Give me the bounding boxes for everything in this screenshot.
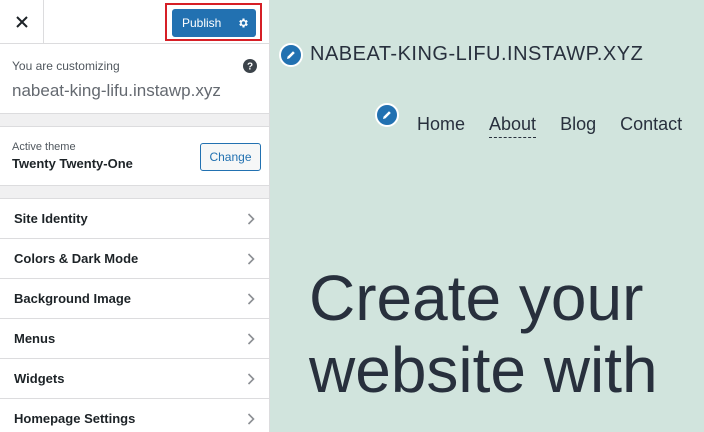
customizer-sections: Site Identity Colors & Dark Mode Backgro… xyxy=(0,198,269,432)
change-theme-button[interactable]: Change xyxy=(200,143,261,171)
publish-button-group: Publish xyxy=(172,9,256,37)
section-label: Widgets xyxy=(14,371,65,386)
customizing-info: You are customizing nabeat-king-lifu.ins… xyxy=(0,44,269,114)
section-background-image[interactable]: Background Image xyxy=(0,279,269,319)
publish-settings-button[interactable] xyxy=(230,9,256,37)
nav-item-contact[interactable]: Contact xyxy=(620,114,682,138)
svg-text:?: ? xyxy=(247,62,253,73)
chevron-right-icon xyxy=(247,373,255,385)
hero-line-1: Create your xyxy=(309,262,644,334)
section-colors-dark-mode[interactable]: Colors & Dark Mode xyxy=(0,239,269,279)
site-title[interactable]: NABEAT-KING-LIFU.INSTAWP.XYZ xyxy=(310,43,643,66)
customizer-header: Publish xyxy=(0,0,269,44)
chevron-right-icon xyxy=(247,413,255,425)
edit-menu-button[interactable] xyxy=(375,103,399,127)
chevron-right-icon xyxy=(247,333,255,345)
edit-site-title-button[interactable] xyxy=(279,43,303,67)
section-label: Homepage Settings xyxy=(14,411,136,426)
section-site-identity[interactable]: Site Identity xyxy=(0,199,269,239)
section-menus[interactable]: Menus xyxy=(0,319,269,359)
site-preview: NABEAT-KING-LIFU.INSTAWP.XYZ Home About … xyxy=(270,0,704,432)
chevron-right-icon xyxy=(247,213,255,225)
pencil-icon xyxy=(287,51,295,59)
close-button[interactable] xyxy=(0,0,44,44)
section-label: Menus xyxy=(14,331,56,346)
hero-heading: Create your website with xyxy=(309,262,658,406)
customizing-site-name: nabeat-king-lifu.instawp.xyz xyxy=(12,81,221,100)
publish-button[interactable]: Publish xyxy=(172,9,230,37)
section-label: Site Identity xyxy=(14,211,88,226)
close-icon xyxy=(15,16,28,28)
gear-icon xyxy=(239,18,248,28)
section-homepage-settings[interactable]: Homepage Settings xyxy=(0,399,269,432)
chevron-right-icon xyxy=(247,253,255,265)
nav-item-about[interactable]: About xyxy=(489,114,537,138)
primary-nav: Home About Blog Contact xyxy=(417,114,682,138)
nav-item-home[interactable]: Home xyxy=(417,114,465,138)
question-circle-icon[interactable]: ? xyxy=(243,59,257,73)
chevron-right-icon xyxy=(247,293,255,305)
section-label: Background Image xyxy=(14,291,132,306)
active-theme-panel: Active theme Twenty Twenty-One Change xyxy=(0,126,269,186)
customizing-label: You are customizing xyxy=(12,59,120,73)
customizer-sidebar: Publish You are customizing nabeat-king-… xyxy=(0,0,270,432)
section-label: Colors & Dark Mode xyxy=(14,251,139,266)
section-widgets[interactable]: Widgets xyxy=(0,359,269,399)
nav-item-blog[interactable]: Blog xyxy=(560,114,596,138)
pencil-icon xyxy=(383,111,391,119)
hero-line-2: website with xyxy=(309,334,658,406)
